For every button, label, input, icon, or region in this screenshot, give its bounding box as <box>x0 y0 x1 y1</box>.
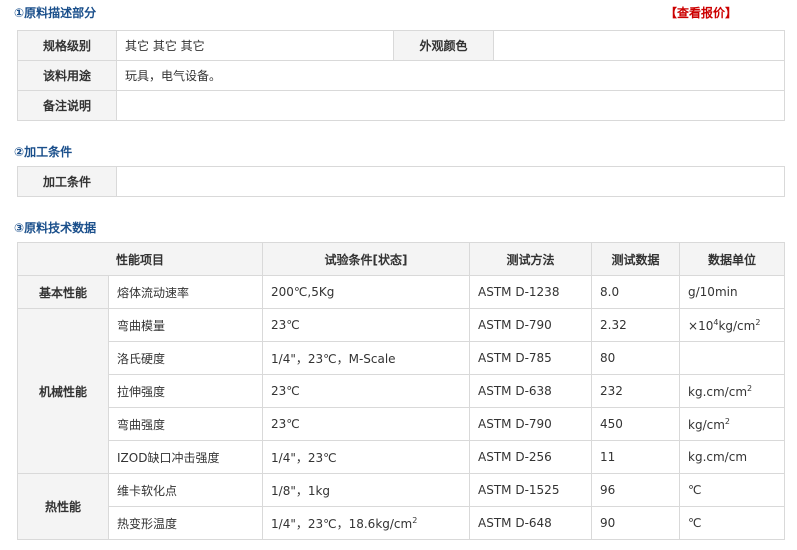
section-title-processing: ②加工条件 <box>14 145 73 159</box>
test-value: 232 <box>591 374 681 408</box>
test-condition: 1/4"，23℃，M-Scale <box>262 341 471 375</box>
test-condition: 1/8"，1kg <box>262 473 471 507</box>
header-value: 测试数据 <box>591 242 681 276</box>
test-method: ASTM D-785 <box>469 341 593 375</box>
header-property: 性能项目 <box>16 242 264 276</box>
test-method: ASTM D-1238 <box>469 275 593 309</box>
test-value: 450 <box>591 407 681 441</box>
table-row: 洛氏硬度 1/4"，23℃，M-Scale ASTM D-785 80 <box>18 341 785 375</box>
test-method: ASTM D-256 <box>469 440 593 474</box>
spec-value: 其它 其它 其它 <box>116 30 394 61</box>
data-unit: g/10min <box>679 275 785 309</box>
table-row: 弯曲强度 23℃ ASTM D-790 450 kg/cm2 <box>18 407 785 441</box>
processing-label: 加工条件 <box>17 166 117 197</box>
test-value: 90 <box>591 506 681 540</box>
test-value: 2.32 <box>591 308 681 342</box>
test-method: ASTM D-790 <box>469 407 593 441</box>
test-condition: 23℃ <box>262 407 471 441</box>
note-label: 备注说明 <box>17 90 117 121</box>
property-name: 弯曲强度 <box>107 407 264 441</box>
test-condition: 1/4"，23℃ <box>262 440 471 474</box>
color-value <box>493 30 785 61</box>
data-unit: kg.cm/cm <box>679 440 785 474</box>
data-unit: kg/cm2 <box>679 407 785 441</box>
table-row: 热性能 维卡软化点 1/8"，1kg ASTM D-1525 96 ℃ <box>17 473 785 540</box>
table-row: 机械性能 弯曲模量 23℃ ASTM D-790 2.32 ×104kg/cm2 <box>17 308 785 474</box>
table-row: 拉伸强度 23℃ ASTM D-638 232 kg.cm/cm2 <box>18 374 785 408</box>
test-value: 8.0 <box>591 275 681 309</box>
use-label: 该料用途 <box>17 60 117 91</box>
category-thermal: 热性能 <box>17 473 109 540</box>
technical-data-table: 性能项目 试验条件[状态] 测试方法 测试数据 数据单位 基本性能 熔体流动速率… <box>16 242 785 540</box>
test-method: ASTM D-638 <box>469 374 593 408</box>
color-label: 外观颜色 <box>393 30 494 61</box>
property-name: 拉伸强度 <box>107 374 264 408</box>
section-title-technical: ③原料技术数据 <box>14 221 97 235</box>
table-row: 基本性能 熔体流动速率 200℃,5Kg ASTM D-1238 8.0 g/1… <box>17 275 785 309</box>
table-row: 热变形温度 1/4"，23℃，18.6kg/cm2 ASTM D-648 90 … <box>18 506 785 540</box>
processing-table: 加工条件 <box>17 166 785 197</box>
note-value <box>116 90 785 121</box>
test-method: ASTM D-790 <box>469 308 593 342</box>
property-name: 熔体流动速率 <box>107 275 264 309</box>
use-value: 玩具，电气设备。 <box>116 60 785 91</box>
property-name: 弯曲模量 <box>107 308 264 342</box>
test-condition: 1/4"，23℃，18.6kg/cm2 <box>262 506 471 540</box>
test-method: ASTM D-648 <box>469 506 593 540</box>
test-value: 80 <box>591 341 681 375</box>
property-name: IZOD缺口冲击强度 <box>107 440 264 474</box>
processing-value <box>116 166 785 197</box>
data-unit: kg.cm/cm2 <box>679 374 785 408</box>
property-name: 洛氏硬度 <box>107 341 264 375</box>
view-quote-link[interactable]: 【查看报价】 <box>665 4 737 21</box>
test-value: 11 <box>591 440 681 474</box>
data-unit: ℃ <box>679 473 785 507</box>
test-method: ASTM D-1525 <box>469 473 593 507</box>
test-condition: 23℃ <box>262 374 471 408</box>
test-condition: 200℃,5Kg <box>262 275 471 309</box>
category-basic: 基本性能 <box>17 275 109 309</box>
property-name: 热变形温度 <box>107 506 264 540</box>
property-name: 维卡软化点 <box>107 473 264 507</box>
category-mechanical: 机械性能 <box>17 308 109 474</box>
table-row: IZOD缺口冲击强度 1/4"，23℃ ASTM D-256 11 kg.cm/… <box>18 440 785 474</box>
data-unit: ℃ <box>679 506 785 540</box>
header-condition: 试验条件[状态] <box>262 242 471 276</box>
header-method: 测试方法 <box>469 242 593 276</box>
description-table: 规格级别 其它 其它 其它 外观颜色 该料用途 玩具，电气设备。 备注说明 <box>17 30 785 121</box>
section-title-description: ①原料描述部分 <box>14 6 97 20</box>
data-unit: ×104kg/cm2 <box>679 308 785 342</box>
data-unit <box>679 341 785 375</box>
spec-label: 规格级别 <box>17 30 117 61</box>
test-condition: 23℃ <box>262 308 471 342</box>
test-value: 96 <box>591 473 681 507</box>
header-unit: 数据单位 <box>679 242 785 276</box>
